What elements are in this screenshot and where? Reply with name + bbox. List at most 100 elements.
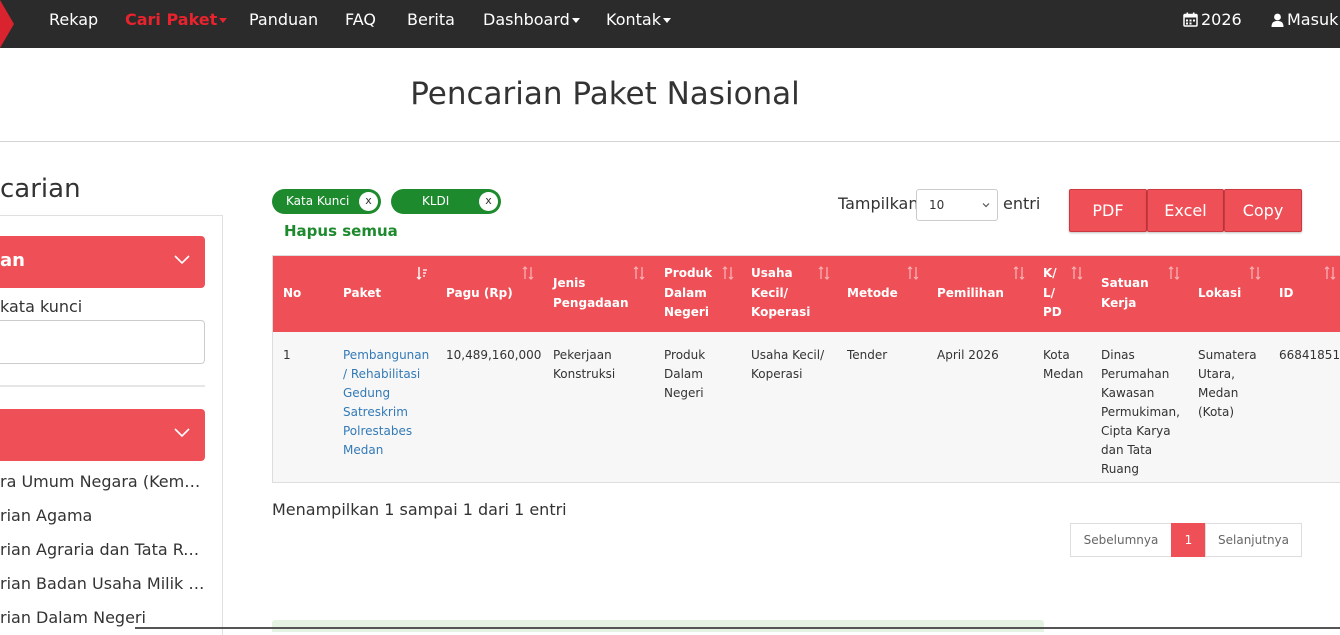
sort-icon bbox=[1013, 266, 1025, 280]
cell-satker: Dinas Perumahan Kawasan Permukiman, Cipt… bbox=[1101, 348, 1180, 476]
entries-suffix-label: entri bbox=[1003, 194, 1041, 213]
remove-filter-button[interactable]: x bbox=[479, 192, 498, 211]
sort-icon bbox=[1071, 266, 1083, 280]
nav-rekap[interactable]: Rekap bbox=[49, 0, 98, 48]
column-header-jenis[interactable]: Jenis Pengadaan bbox=[553, 274, 635, 313]
cell-paket-link[interactable]: Pembangunan / Rehabilitasi Gedung Satres… bbox=[343, 346, 435, 460]
sort-icon bbox=[722, 266, 734, 280]
login-label: Masuk bbox=[1287, 10, 1339, 29]
column-header-lokasi[interactable]: Lokasi bbox=[1198, 284, 1241, 304]
cell-jenis: Pekerjaan Konstruksi bbox=[553, 348, 616, 381]
cell-lokasi: Sumatera Utara, Medan (Kota) bbox=[1198, 348, 1257, 419]
filter-chip-kata-kunci: Kata Kunci x bbox=[272, 189, 381, 214]
page-1-button[interactable]: 1 bbox=[1171, 523, 1206, 557]
cell-klpd: Kota Medan bbox=[1043, 348, 1084, 381]
column-header-pemilihan[interactable]: Pemilihan bbox=[937, 284, 1004, 304]
cell-usaha: Usaha Kecil/ Koperasi bbox=[751, 348, 825, 381]
export-excel-button[interactable]: Excel bbox=[1147, 189, 1224, 232]
nav-panduan-label: Panduan bbox=[249, 10, 319, 29]
sort-icon bbox=[522, 266, 534, 280]
nav-panduan[interactable]: Panduan bbox=[249, 0, 318, 48]
column-header-id[interactable]: ID bbox=[1279, 284, 1293, 304]
table-header: No Paket Pagu (Rp) Jenis Pengadaan Produ… bbox=[273, 256, 1340, 332]
column-header-klpd[interactable]: K/ L/ PD bbox=[1043, 264, 1069, 323]
sort-active-icon bbox=[416, 267, 427, 280]
table-info: Menampilkan 1 sampai 1 dari 1 entri bbox=[272, 500, 567, 519]
column-header-metode[interactable]: Metode bbox=[847, 284, 898, 304]
cell-pemilihan: April 2026 bbox=[937, 348, 999, 362]
remove-filter-button[interactable]: x bbox=[359, 192, 378, 211]
user-icon bbox=[1271, 2, 1284, 42]
bottom-divider bbox=[135, 627, 1340, 629]
keyword-field-label: kata kunci bbox=[0, 297, 83, 316]
calendar-icon bbox=[1183, 2, 1198, 42]
sort-icon bbox=[1249, 266, 1261, 280]
sort-icon bbox=[633, 266, 645, 280]
caret-down-icon bbox=[571, 18, 580, 23]
copy-button[interactable]: Copy bbox=[1224, 189, 1302, 232]
column-header-paket[interactable]: Paket bbox=[343, 284, 381, 304]
caret-down-icon bbox=[219, 18, 228, 23]
nav-faq-label: FAQ bbox=[345, 10, 376, 29]
chevron-down-icon bbox=[174, 255, 190, 265]
page-size-select[interactable]: 10 bbox=[916, 189, 998, 221]
year-selector[interactable]: 2026 bbox=[1183, 0, 1242, 48]
kldi-option[interactable]: rian Dalam Negeri bbox=[0, 608, 205, 627]
sidebar-divider bbox=[0, 385, 205, 387]
nav-cari-paket[interactable]: Cari Paket bbox=[125, 0, 228, 48]
sort-icon bbox=[1168, 266, 1180, 280]
column-header-pagu[interactable]: Pagu (Rp) bbox=[446, 284, 513, 304]
page-size-value: 10 bbox=[929, 198, 945, 212]
column-header-no[interactable]: No bbox=[283, 284, 301, 304]
sort-icon bbox=[818, 266, 830, 280]
clear-all-filters-link[interactable]: Hapus semua bbox=[284, 222, 398, 240]
nav-dashboard[interactable]: Dashboard bbox=[483, 0, 580, 48]
nav-dashboard-label: Dashboard bbox=[483, 10, 570, 29]
sidebar-heading: carian bbox=[0, 174, 81, 204]
column-header-satker[interactable]: Satuan Kerja bbox=[1101, 274, 1161, 313]
nav-berita-label: Berita bbox=[407, 10, 455, 29]
sort-icon bbox=[1324, 266, 1336, 280]
column-header-usaha[interactable]: Usaha Kecil/ Koperasi bbox=[751, 264, 817, 323]
nav-faq[interactable]: FAQ bbox=[345, 0, 376, 48]
nav-cari-paket-label: Cari Paket bbox=[125, 10, 218, 29]
kldi-option[interactable]: ra Umum Negara (Kemen... bbox=[0, 472, 205, 491]
export-pdf-button[interactable]: PDF bbox=[1069, 189, 1147, 232]
cell-produk: Produk Dalam Negeri bbox=[664, 348, 706, 400]
next-page-button[interactable]: Selanjutnya bbox=[1205, 523, 1302, 557]
login-link[interactable]: Masuk bbox=[1271, 0, 1338, 48]
show-entries-label: Tampilkan bbox=[838, 194, 919, 213]
cell-pagu: 10,489,160,000 bbox=[446, 348, 542, 362]
chevron-down-icon bbox=[174, 428, 190, 438]
year-label: 2026 bbox=[1201, 10, 1242, 29]
nav-rekap-label: Rekap bbox=[49, 10, 99, 29]
kldi-option[interactable]: rian Agama bbox=[0, 506, 205, 525]
keyword-input[interactable] bbox=[0, 320, 205, 364]
table-row: 1 Pembangunan / Rehabilitasi Gedung Satr… bbox=[273, 332, 1340, 482]
kldi-option[interactable]: rian Agraria dan Tata Rua... bbox=[0, 540, 205, 559]
next-panel-edge bbox=[272, 620, 1044, 632]
brand-flag-shape bbox=[0, 0, 14, 48]
cell-no: 1 bbox=[283, 348, 291, 362]
page-title: Pencarian Paket Nasional bbox=[410, 76, 800, 112]
cell-id: 66841851 bbox=[1279, 348, 1340, 362]
caret-down-icon bbox=[662, 18, 671, 23]
chevron-down-icon bbox=[982, 203, 990, 208]
cell-metode: Tender bbox=[847, 348, 888, 362]
keyword-section-toggle[interactable]: an bbox=[0, 236, 205, 288]
nav-kontak[interactable]: Kontak bbox=[606, 0, 671, 48]
prev-page-button[interactable]: Sebelumnya bbox=[1070, 523, 1172, 557]
results-table: No Paket Pagu (Rp) Jenis Pengadaan Produ… bbox=[272, 255, 1340, 483]
filter-chip-kldi: KLDI x bbox=[391, 189, 501, 214]
keyword-section-label: an bbox=[0, 250, 25, 271]
header-divider bbox=[0, 141, 1340, 142]
nav-berita[interactable]: Berita bbox=[407, 0, 455, 48]
kldi-section-toggle[interactable] bbox=[0, 409, 205, 461]
nav-kontak-label: Kontak bbox=[606, 10, 661, 29]
sort-icon bbox=[907, 266, 919, 280]
kldi-option[interactable]: rian Badan Usaha Milik N... bbox=[0, 574, 205, 593]
filter-chip-label: Kata Kunci bbox=[286, 194, 350, 208]
filter-chip-label: KLDI bbox=[422, 194, 450, 208]
top-navbar: Rekap Cari Paket Panduan FAQ Berita Dash… bbox=[0, 0, 1340, 48]
column-header-produk[interactable]: Produk Dalam Negeri bbox=[664, 264, 724, 323]
